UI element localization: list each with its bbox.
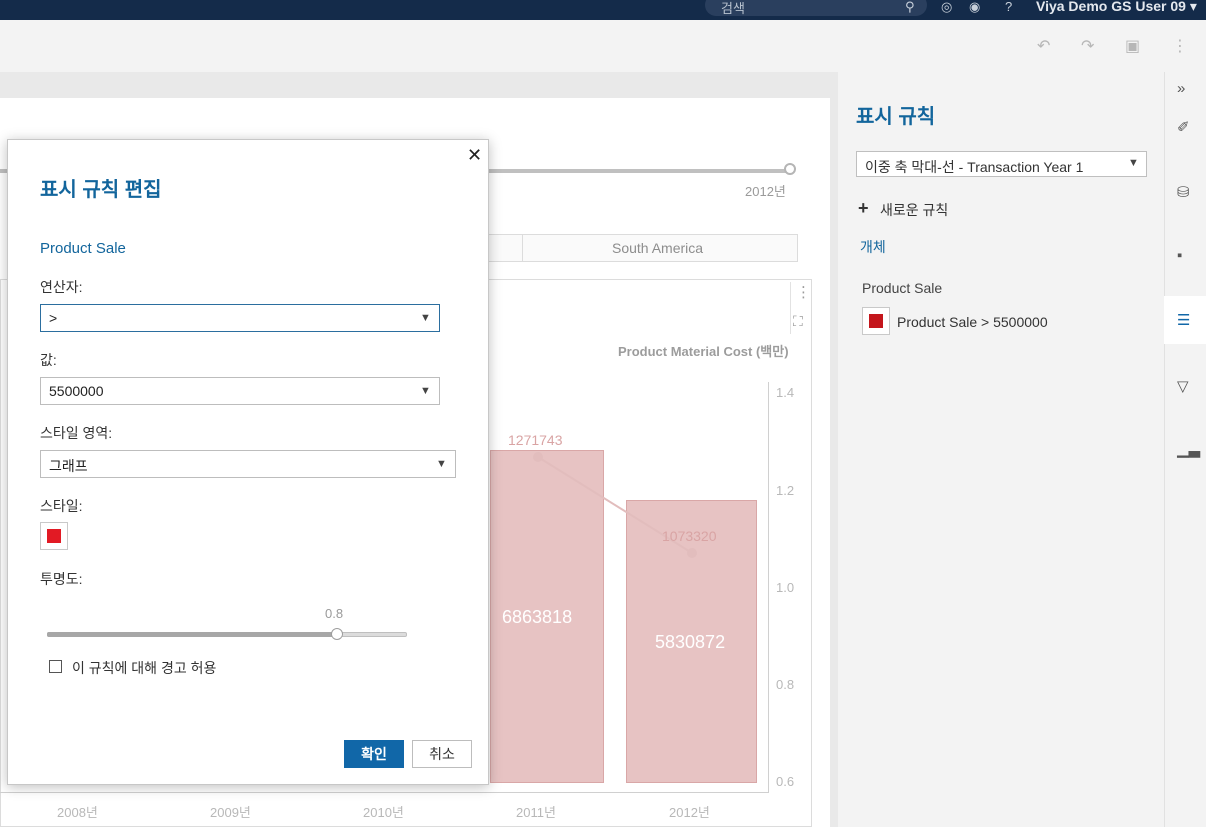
- rules-icon[interactable]: ☰: [1177, 311, 1190, 329]
- line-data-label: 1271743: [508, 432, 563, 448]
- style-area-label: 스타일 영역:: [40, 425, 113, 441]
- rule-color-fill: [869, 314, 883, 328]
- line-point: [533, 452, 543, 462]
- style-label: 스타일:: [40, 498, 83, 514]
- operator-select[interactable]: [40, 304, 440, 332]
- ok-button[interactable]: 확인: [344, 740, 404, 768]
- opacity-slider-handle[interactable]: [331, 628, 343, 640]
- new-rule-button[interactable]: 새로운 규칙: [880, 200, 948, 220]
- x-tick: 2012년: [669, 805, 710, 820]
- chevron-down-icon: ▼: [420, 312, 431, 324]
- opacity-label: 투명도:: [40, 571, 83, 587]
- chevron-down-icon: ▼: [1128, 157, 1139, 169]
- brush-icon[interactable]: ✐: [1177, 118, 1190, 136]
- dialog-title: 표시 규칙 편집: [40, 179, 162, 201]
- collapse-icon[interactable]: »: [1177, 80, 1185, 97]
- value-text: 5500000: [49, 383, 104, 399]
- object-select-value: 이중 축 막대-선 - Transaction Year 1: [865, 159, 1084, 175]
- object-icon[interactable]: ▪: [1177, 247, 1182, 264]
- operator-label: 연산자:: [40, 279, 83, 295]
- line-point: [687, 548, 697, 558]
- style-area-value: 그래프: [49, 458, 88, 474]
- allow-alert-checkbox[interactable]: [49, 660, 62, 673]
- x-tick: 2009년: [210, 805, 251, 820]
- operator-value: >: [49, 310, 58, 326]
- allow-alert-label: 이 규칙에 대해 경고 허용: [72, 660, 217, 676]
- x-tick: 2008년: [57, 805, 98, 820]
- plus-icon[interactable]: +: [858, 198, 869, 219]
- filter-icon[interactable]: ▽: [1177, 377, 1189, 395]
- x-tick: 2010년: [363, 805, 404, 820]
- rule-group-label: Product Sale: [862, 280, 943, 296]
- chevron-down-icon: ▼: [436, 458, 447, 470]
- chevron-down-icon: ▼: [420, 385, 431, 397]
- close-icon[interactable]: ✕: [467, 145, 482, 166]
- dialog-subtitle: Product Sale: [40, 240, 126, 257]
- display-rules-pane: [838, 72, 1164, 827]
- chart-icon[interactable]: ▁▃: [1177, 440, 1200, 458]
- style-area-select[interactable]: [40, 450, 456, 478]
- pane-title: 표시 규칙: [856, 106, 936, 128]
- data-icon[interactable]: ⛁: [1177, 183, 1190, 201]
- cancel-button[interactable]: 취소: [412, 740, 472, 768]
- line-data-label: 1073320: [662, 528, 717, 544]
- x-tick: 2011년: [516, 805, 556, 820]
- rule-item[interactable]: Product Sale > 5500000: [897, 314, 1048, 330]
- opacity-value: 0.8: [325, 606, 344, 621]
- object-section-label: 개체: [860, 239, 886, 255]
- style-color-fill: [47, 529, 61, 543]
- value-label: 값:: [40, 352, 57, 368]
- opacity-slider-fill: [47, 632, 336, 637]
